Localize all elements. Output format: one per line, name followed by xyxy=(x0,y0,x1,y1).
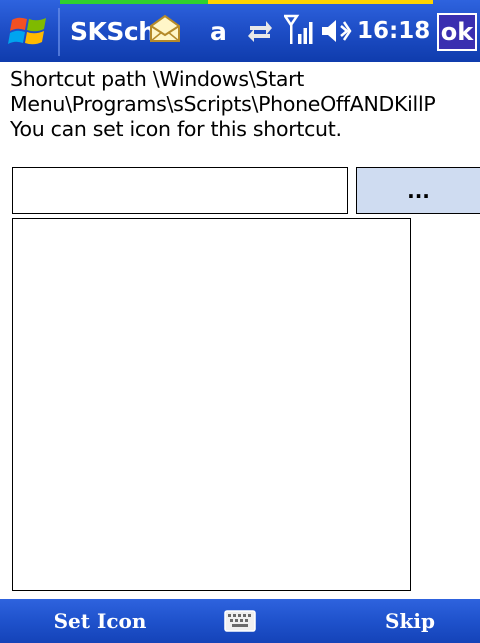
windows-flag-icon xyxy=(8,17,46,45)
description-line: You can set icon for this shortcut. xyxy=(10,117,342,141)
menu-bar: Set Icon Skip xyxy=(0,599,480,643)
description-line: Shortcut path \Windows\Start xyxy=(10,67,304,91)
signal-strength-icon[interactable] xyxy=(284,14,314,46)
icon-path-input[interactable] xyxy=(12,167,348,214)
title-separator xyxy=(58,8,60,56)
set-icon-button[interactable]: Set Icon xyxy=(20,599,180,643)
title-bar: SKSche a 16:18 ok xyxy=(0,0,480,62)
mail-notification-icon[interactable] xyxy=(148,14,182,44)
start-menu-button[interactable] xyxy=(8,12,52,52)
screen: SKSche a 16:18 ok Shortcut path \Windows\… xyxy=(0,0,480,643)
ok-button[interactable]: ok xyxy=(437,13,477,51)
description-text: Shortcut path \Windows\Start Menu\Progra… xyxy=(10,67,480,142)
skip-button[interactable]: Skip xyxy=(340,599,480,643)
sync-arrows-icon[interactable] xyxy=(246,18,274,44)
keyboard-icon[interactable] xyxy=(224,610,256,632)
speaker-icon[interactable] xyxy=(320,17,352,45)
browse-button[interactable]: ... xyxy=(356,167,480,214)
icon-preview-area[interactable] xyxy=(12,218,411,591)
title-accent-green xyxy=(60,0,208,4)
description-line: Menu\Programs\sScripts\PhoneOffANDKillP xyxy=(10,92,436,116)
clock[interactable]: 16:18 xyxy=(357,18,430,44)
title-accent-yellow xyxy=(208,0,433,4)
